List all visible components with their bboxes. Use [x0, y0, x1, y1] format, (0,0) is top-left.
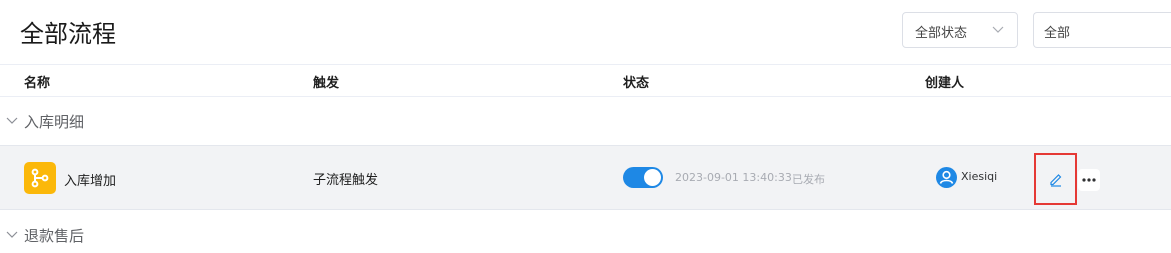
- user-icon: [936, 167, 957, 188]
- published-time: 2023-09-01 13:40:33: [675, 171, 792, 184]
- column-header-trigger: 触发: [313, 76, 340, 91]
- group-header-refund[interactable]: 退款售后: [0, 211, 1171, 253]
- group-label: 退款售后: [24, 227, 85, 245]
- group-header-inventory[interactable]: 入库明细: [0, 97, 1171, 145]
- ellipsis-icon: [1082, 178, 1096, 182]
- type-filter-select[interactable]: 全部: [1033, 12, 1171, 48]
- table-row[interactable]: 入库增加 子流程触发 2023-09-01 13:40:33 已发布 Xiesi…: [0, 145, 1171, 210]
- creator-name: Xiesiqi: [961, 170, 998, 183]
- column-header-status: 状态: [623, 76, 650, 91]
- chevron-down-icon: [992, 26, 1004, 33]
- chevron-down-icon: [6, 231, 18, 238]
- flow-name[interactable]: 入库增加: [64, 170, 116, 189]
- column-header-name: 名称: [24, 76, 51, 91]
- table-header: 名称 触发 状态 创建人: [0, 64, 1171, 97]
- branch-icon: [24, 162, 56, 194]
- type-filter-value: 全部: [1044, 26, 1071, 41]
- flow-trigger: 子流程触发: [313, 173, 379, 188]
- more-actions-button[interactable]: [1078, 169, 1100, 191]
- status-filter-value: 全部状态: [915, 26, 968, 41]
- chevron-down-icon: [6, 117, 18, 124]
- page-title: 全部流程: [20, 20, 116, 48]
- group-label: 入库明细: [24, 113, 85, 131]
- pencil-icon[interactable]: [1048, 171, 1064, 187]
- toggle-knob: [644, 169, 661, 186]
- publish-status: 已发布: [792, 173, 825, 186]
- column-header-creator: 创建人: [925, 76, 965, 91]
- status-filter-select[interactable]: 全部状态: [902, 12, 1018, 48]
- page-header: 全部流程 全部状态 全部: [0, 0, 1171, 64]
- enable-toggle[interactable]: [623, 167, 663, 188]
